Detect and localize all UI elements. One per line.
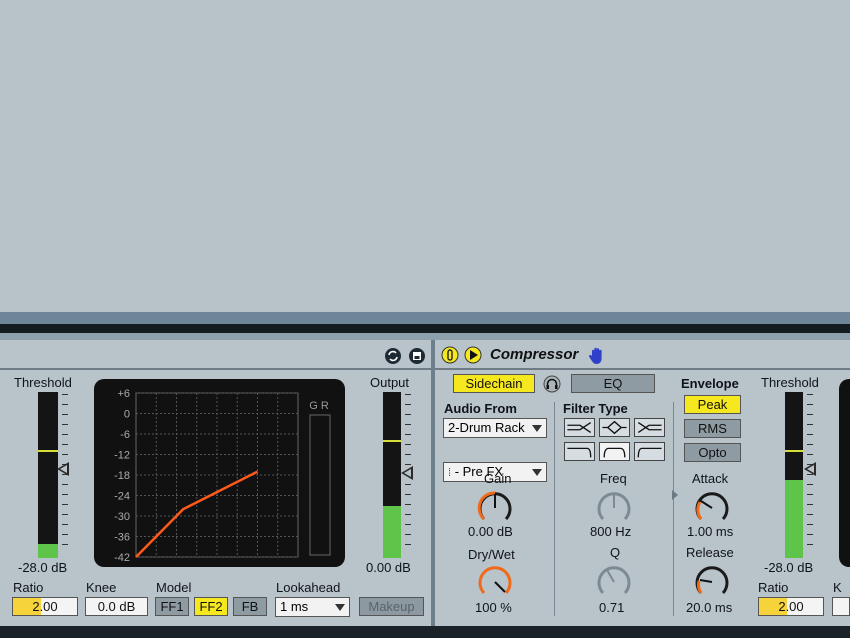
attack-value: 1.00 ms bbox=[687, 524, 734, 539]
model-ff2-button[interactable]: FF2 bbox=[194, 597, 228, 616]
output-meter bbox=[383, 392, 401, 558]
knee-label: Knee bbox=[86, 580, 117, 595]
lookahead-label: Lookahead bbox=[276, 580, 341, 595]
drywet-value: 100 % bbox=[475, 600, 512, 615]
track-separator bbox=[0, 312, 850, 324]
graph-tick-label: -36 bbox=[114, 532, 130, 544]
freq-label: Freq bbox=[600, 471, 627, 486]
expand-arrow-icon[interactable] bbox=[672, 490, 678, 500]
chevron-down-icon bbox=[532, 425, 542, 432]
graph-tick-label: 0 bbox=[124, 409, 130, 421]
threshold-label: Threshold bbox=[14, 375, 72, 390]
drywet-label: Dry/Wet bbox=[468, 547, 515, 562]
bandpass-filter-icon[interactable] bbox=[599, 418, 630, 437]
knee-field-partial[interactable] bbox=[832, 597, 850, 616]
gain-label: Gain bbox=[484, 471, 512, 486]
chevron-down-icon bbox=[532, 469, 542, 476]
sidechain-button[interactable]: Sidechain bbox=[453, 374, 535, 393]
threshold-slider-handle[interactable] bbox=[804, 462, 816, 476]
threshold-meter bbox=[785, 392, 803, 558]
threshold-value[interactable]: -28.0 dB bbox=[764, 560, 813, 575]
output-value[interactable]: 0.00 dB bbox=[366, 560, 411, 575]
drywet-knob[interactable] bbox=[475, 562, 515, 602]
makeup-button[interactable]: Makeup bbox=[359, 597, 424, 616]
graph-tick-label: -30 bbox=[114, 511, 130, 523]
filter-type-label: Filter Type bbox=[563, 401, 628, 416]
freq-knob[interactable] bbox=[594, 488, 634, 528]
device-chain-border bbox=[0, 333, 850, 340]
device-chain-header bbox=[0, 324, 850, 333]
audio-from-dropdown[interactable]: 2-Drum Rack bbox=[443, 418, 547, 438]
graph-tick-label: -12 bbox=[114, 450, 130, 462]
threshold-meter bbox=[38, 392, 58, 558]
graph-tick-label: -6 bbox=[120, 429, 130, 441]
section-separator bbox=[673, 402, 674, 616]
envelope-label: Envelope bbox=[681, 376, 739, 391]
eq-button[interactable]: EQ bbox=[571, 374, 655, 393]
output-label: Output bbox=[370, 375, 410, 390]
device-header-divider bbox=[0, 368, 431, 370]
device-power-icon[interactable] bbox=[441, 346, 459, 364]
meter-dots-icon: ⁞ bbox=[448, 467, 452, 479]
model-fb-button[interactable]: FB bbox=[233, 597, 267, 616]
bandpass-steep-icon[interactable] bbox=[599, 442, 630, 461]
chevron-down-icon bbox=[335, 604, 345, 611]
lowpass-filter-icon[interactable] bbox=[564, 418, 595, 437]
lookahead-value: 1 ms bbox=[280, 599, 309, 614]
audio-from-value: 2-Drum Rack bbox=[448, 420, 525, 435]
ratio-field[interactable]: 2.00 bbox=[12, 597, 78, 616]
headphones-icon[interactable] bbox=[543, 375, 561, 393]
release-label: Release bbox=[686, 545, 734, 560]
hot-swap-icon[interactable] bbox=[384, 347, 402, 365]
graph-tick-label: -42 bbox=[114, 552, 130, 564]
freq-value: 800 Hz bbox=[590, 524, 632, 539]
lowpass-steep-icon[interactable] bbox=[564, 442, 595, 461]
graph-tick-label: -24 bbox=[114, 491, 130, 503]
curve-display-partial bbox=[839, 379, 850, 567]
lookahead-dropdown[interactable]: 1 ms bbox=[275, 597, 350, 617]
highpass-steep-icon[interactable] bbox=[634, 442, 665, 461]
threshold-slider-handle[interactable] bbox=[57, 462, 69, 476]
gr-meter bbox=[309, 414, 331, 556]
right-compressor-device: Compressor Sidechain EQ Audio From 2-Dru… bbox=[435, 340, 850, 628]
upper-workspace bbox=[0, 0, 850, 312]
q-label: Q bbox=[610, 545, 621, 560]
envelope-peak-button[interactable]: Peak bbox=[684, 395, 741, 414]
envelope-rms-button[interactable]: RMS bbox=[684, 419, 741, 438]
knee-field[interactable]: 0.0 dB bbox=[85, 597, 148, 616]
play-icon[interactable] bbox=[464, 346, 482, 364]
gr-label: G R bbox=[309, 400, 329, 412]
model-ff1-button[interactable]: FF1 bbox=[155, 597, 189, 616]
graph-tick-label: -18 bbox=[114, 470, 130, 482]
ratio-label: Ratio bbox=[758, 580, 789, 595]
compression-curve-display[interactable]: +6 0 -6 -12 -18 -24 -30 -36 -42 G R bbox=[94, 379, 345, 567]
ratio-label: Ratio bbox=[13, 580, 44, 595]
release-knob[interactable] bbox=[692, 562, 732, 602]
left-compressor-device: Threshold -28.0 dB +6 0 -6 -12 -18 -24 -30 -36 -… bbox=[0, 340, 431, 628]
bottom-border bbox=[0, 626, 850, 638]
device-title[interactable]: Compressor bbox=[490, 346, 578, 363]
model-label: Model bbox=[156, 580, 192, 595]
threshold-label: Threshold bbox=[761, 375, 819, 390]
gain-knob[interactable] bbox=[475, 488, 515, 528]
audio-from-label: Audio From bbox=[444, 401, 517, 416]
ratio-field[interactable]: 2.00 bbox=[758, 597, 824, 616]
release-value: 20.0 ms bbox=[686, 600, 733, 615]
envelope-opto-button[interactable]: Opto bbox=[684, 443, 741, 462]
save-preset-icon[interactable] bbox=[408, 347, 426, 365]
section-separator bbox=[554, 402, 555, 616]
device-header-divider bbox=[435, 368, 850, 370]
q-knob[interactable] bbox=[594, 562, 634, 602]
threshold-value[interactable]: -28.0 dB bbox=[18, 560, 67, 575]
graph-tick-label: +6 bbox=[117, 388, 130, 400]
hand-grab-icon[interactable] bbox=[588, 346, 606, 366]
knee-label-partial: K bbox=[833, 580, 842, 595]
q-value: 0.71 bbox=[599, 600, 625, 615]
gain-value: 0.00 dB bbox=[468, 524, 513, 539]
output-slider-handle[interactable] bbox=[401, 466, 413, 480]
transfer-curve: +6 0 -6 -12 -18 -24 -30 -36 -42 G R bbox=[114, 388, 331, 564]
attack-label: Attack bbox=[692, 471, 729, 486]
attack-knob[interactable] bbox=[692, 488, 732, 528]
highpass-filter-icon[interactable] bbox=[634, 418, 665, 437]
